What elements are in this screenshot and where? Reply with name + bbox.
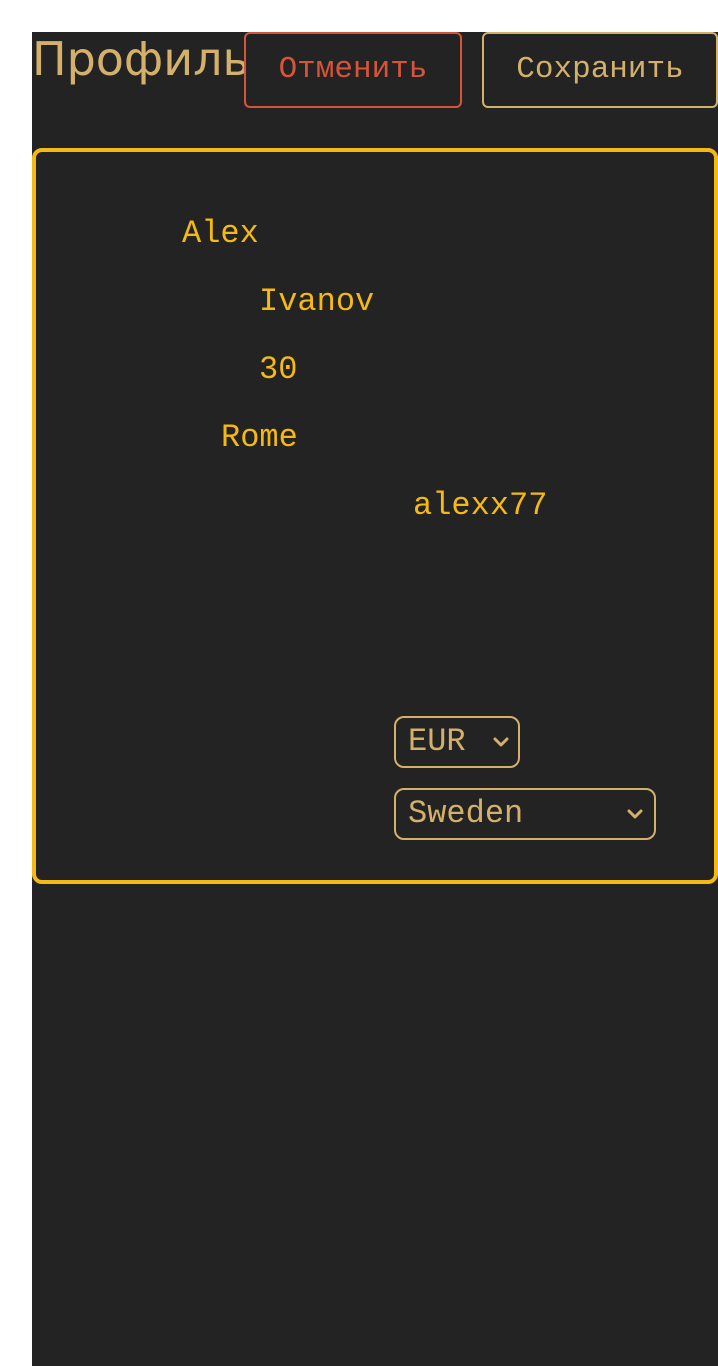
city-value: Rome <box>221 419 298 456</box>
save-button[interactable]: Сохранить <box>482 32 718 108</box>
country-selected-value: Sweden <box>408 795 524 832</box>
username-value: alexx77 <box>413 487 548 524</box>
last-name-value: Ivanov <box>259 283 375 320</box>
currency-selected-value: EUR <box>408 723 466 760</box>
age-value: 30 <box>259 351 298 388</box>
page-title: Профиль <box>32 32 250 86</box>
country-select[interactable]: Sweden <box>394 788 656 840</box>
profile-card: Alex Ivanov 30 Rome alexx77 EUR Sweden <box>32 148 718 884</box>
header: Профиль Отменить Сохранить <box>32 32 718 108</box>
chevron-down-icon <box>627 809 643 819</box>
chevron-down-icon <box>493 737 509 747</box>
profile-page: Профиль Отменить Сохранить Alex Ivanov 3… <box>32 32 718 1366</box>
cancel-button[interactable]: Отменить <box>244 32 462 108</box>
currency-select[interactable]: EUR <box>394 716 520 768</box>
first-name-value: Alex <box>182 215 259 252</box>
